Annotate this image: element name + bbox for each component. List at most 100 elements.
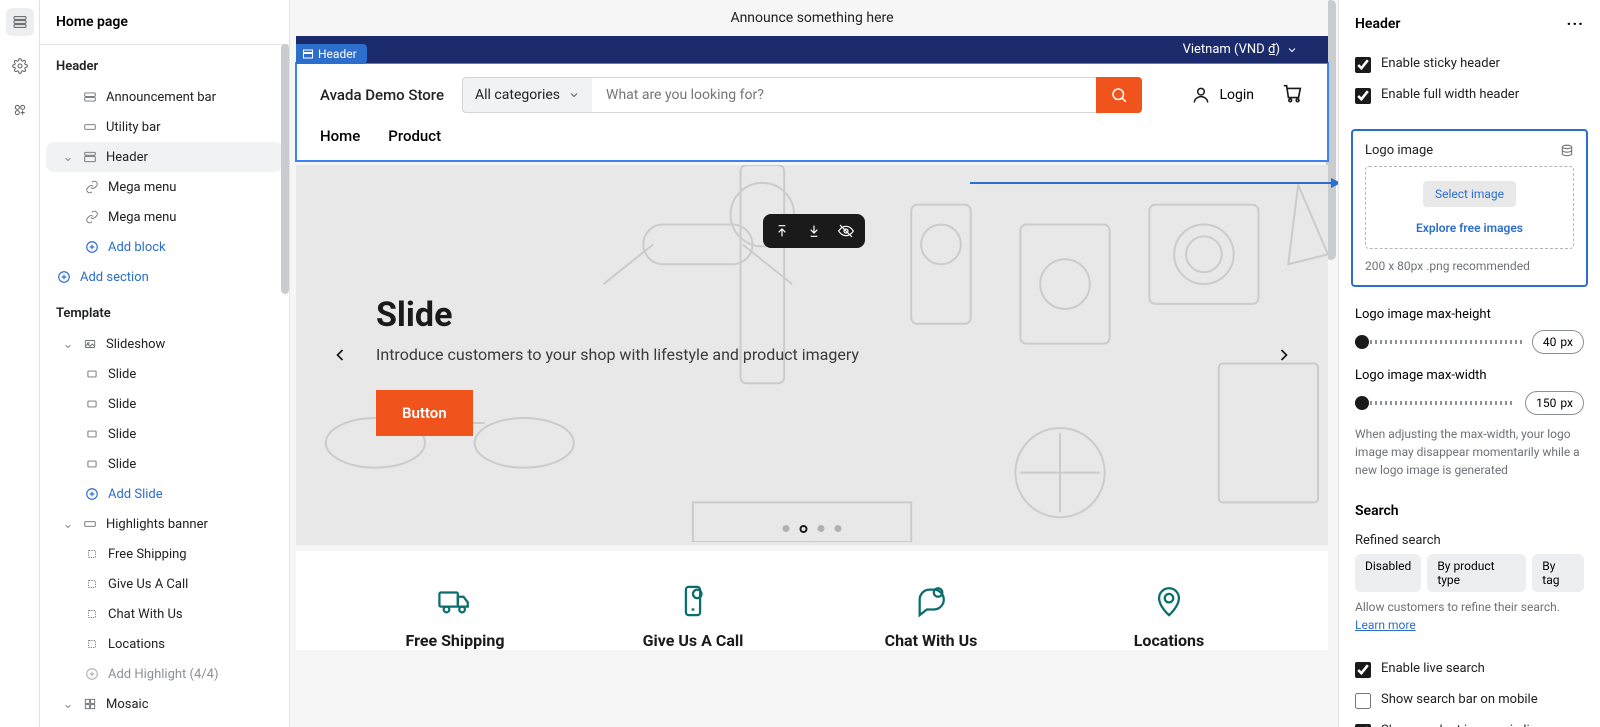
select-image-button[interactable]: Select image xyxy=(1423,181,1516,207)
slide-next[interactable] xyxy=(1270,341,1298,369)
check-label: Enable full width header xyxy=(1381,87,1519,102)
tree-label: Add section xyxy=(80,270,149,285)
tree-label: Chat With Us xyxy=(108,607,183,622)
header-selection-badge[interactable]: Header xyxy=(296,44,367,64)
seg-producttype[interactable]: By product type xyxy=(1427,554,1526,592)
page-title: Home page xyxy=(40,0,289,45)
tree-slide[interactable]: Slide xyxy=(46,449,283,479)
structure-panel: Home page Header Announcement bar Utilit… xyxy=(40,0,290,727)
region-selector[interactable]: Vietnam (VND ₫) xyxy=(1183,42,1298,57)
section-header-label: Header xyxy=(40,45,289,82)
tree-highlights[interactable]: ⌄Highlights banner xyxy=(46,509,283,539)
tree-label: Slide xyxy=(108,397,136,412)
storefront-header[interactable]: Avada Demo Store All categories Login xyxy=(296,63,1328,161)
category-select[interactable]: All categories xyxy=(462,77,592,113)
logo-drop-zone[interactable]: Select image Explore free images xyxy=(1365,166,1574,249)
tree-label: Slide xyxy=(108,427,136,442)
maxheight-input[interactable]: 40px xyxy=(1532,330,1584,354)
tree-utility[interactable]: Utility bar xyxy=(46,112,283,142)
search-input[interactable] xyxy=(592,77,1096,113)
highlights-banner: Free Shipping Give Us A Call Chat With U… xyxy=(296,551,1328,650)
sections-rail-btn[interactable] xyxy=(6,8,34,36)
tree-slide[interactable]: Slide xyxy=(46,389,283,419)
seg-disabled[interactable]: Disabled xyxy=(1355,554,1421,592)
move-up-btn[interactable] xyxy=(771,220,793,242)
left-scrollbar[interactable] xyxy=(281,44,289,294)
live-search-checkbox[interactable]: Enable live search xyxy=(1355,654,1584,685)
mobile-search-checkbox[interactable]: Show search bar on mobile xyxy=(1355,685,1584,716)
annotation-arrow xyxy=(970,182,1338,184)
database-icon[interactable] xyxy=(1560,144,1574,158)
maxheight-label: Logo image max-height xyxy=(1355,307,1584,322)
settings-rail-btn[interactable] xyxy=(6,52,34,80)
maxheight-slider[interactable] xyxy=(1355,340,1522,344)
logo-image-group: Logo image Select image Explore free ima… xyxy=(1351,129,1588,287)
maxwidth-slider[interactable] xyxy=(1355,401,1515,405)
maxwidth-input[interactable]: 150px xyxy=(1525,391,1584,415)
icon-rail xyxy=(0,0,40,727)
slide-button[interactable]: Button xyxy=(376,390,473,436)
tree-label: Highlights banner xyxy=(106,517,208,532)
sticky-header-checkbox[interactable]: Enable sticky header xyxy=(1355,49,1584,80)
add-section[interactable]: Add section xyxy=(46,262,283,292)
check-label: Enable sticky header xyxy=(1381,56,1500,71)
explore-free-images-link[interactable]: Explore free images xyxy=(1416,221,1523,235)
tree-label: Slide xyxy=(108,457,136,472)
tree-announcement[interactable]: Announcement bar xyxy=(46,82,283,112)
highlight-label: Give Us A Call xyxy=(574,631,812,650)
slide-subtitle: Introduce customers to your shop with li… xyxy=(376,345,859,364)
apps-rail-btn[interactable] xyxy=(6,96,34,124)
tree-megamenu[interactable]: Mega menu xyxy=(46,172,283,202)
search-button[interactable] xyxy=(1096,77,1142,113)
more-button[interactable]: ··· xyxy=(1567,14,1584,33)
nav-product[interactable]: Product xyxy=(388,127,441,145)
add-block[interactable]: Add block xyxy=(46,232,283,262)
tree-label: Mega menu xyxy=(108,210,176,225)
tree-label: Slideshow xyxy=(106,337,165,352)
tree-megamenu[interactable]: Mega menu xyxy=(46,202,283,232)
login-link[interactable]: Login xyxy=(1191,85,1254,105)
tree-mosaic[interactable]: ⌄Mosaic xyxy=(46,689,283,719)
utility-bar: Header Vietnam (VND ₫) xyxy=(296,36,1328,63)
learn-more-link[interactable]: Learn more xyxy=(1355,618,1416,632)
add-slide[interactable]: Add Slide xyxy=(46,479,283,509)
tree-slide[interactable]: Slide xyxy=(46,359,283,389)
check-label: Show product images in live search resul… xyxy=(1381,723,1584,727)
add-highlight[interactable]: Add Highlight (4/4) xyxy=(46,659,283,689)
cart-button[interactable] xyxy=(1282,82,1304,108)
refined-segments: Disabled By product type By tag xyxy=(1339,554,1600,592)
tree-hl-item[interactable]: Locations xyxy=(46,629,283,659)
nav-home[interactable]: Home xyxy=(320,127,360,145)
tree-label: Slide xyxy=(108,367,136,382)
seg-bytag[interactable]: By tag xyxy=(1532,554,1584,592)
tree-label: Add block xyxy=(108,240,166,255)
slide-title: Slide xyxy=(376,295,859,335)
highlight-shipping[interactable]: Free Shipping xyxy=(336,581,574,650)
tree-hl-item[interactable]: Chat With Us xyxy=(46,599,283,629)
search-icon xyxy=(1110,86,1128,104)
category-label: All categories xyxy=(475,87,560,103)
region-label: Vietnam (VND ₫) xyxy=(1183,42,1280,57)
tree-slideshow[interactable]: ⌄Slideshow xyxy=(46,329,283,359)
slide-prev[interactable] xyxy=(326,341,354,369)
slide-dots[interactable] xyxy=(783,525,842,533)
search-section-head: Search xyxy=(1339,491,1600,523)
highlight-chat[interactable]: Chat With Us xyxy=(812,581,1050,650)
tree-hl-item[interactable]: Give Us A Call xyxy=(46,569,283,599)
refined-help: Allow customers to refine their search. xyxy=(1355,600,1560,614)
highlight-locations[interactable]: Locations xyxy=(1050,581,1288,650)
pin-icon xyxy=(1149,581,1189,621)
tree-hl-item[interactable]: Free Shipping xyxy=(46,539,283,569)
highlight-call[interactable]: Give Us A Call xyxy=(574,581,812,650)
fullwidth-header-checkbox[interactable]: Enable full width header xyxy=(1355,80,1584,111)
product-images-checkbox[interactable]: Show product images in live search resul… xyxy=(1355,716,1584,727)
tree-label: Mega menu xyxy=(108,180,176,195)
move-down-btn[interactable] xyxy=(803,220,825,242)
tree-label: Add Slide xyxy=(108,487,163,502)
tree-label: Free Shipping xyxy=(108,547,187,562)
hide-btn[interactable] xyxy=(835,220,857,242)
main-nav: Home Product xyxy=(296,127,1328,161)
tree-slide[interactable]: Slide xyxy=(46,419,283,449)
tree-label: Header xyxy=(106,150,148,165)
tree-header[interactable]: ⌄Header xyxy=(46,142,283,172)
